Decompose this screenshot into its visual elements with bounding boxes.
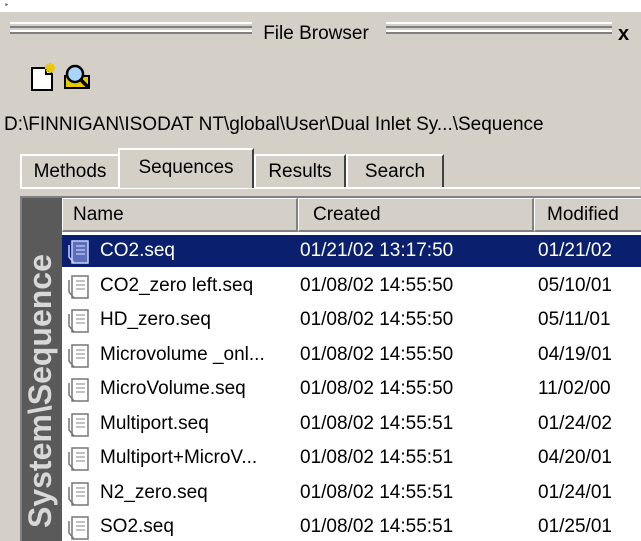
file-name[interactable]: HD_zero.seq [100, 303, 211, 337]
column-modified[interactable]: Modified [534, 198, 641, 232]
file-created: 01/08/02 14:55:50 [300, 378, 454, 399]
sequence-file-icon [66, 513, 94, 541]
file-name[interactable]: Microvolume _onl... [100, 338, 265, 372]
file-name[interactable]: CO2_zero left.seq [100, 269, 253, 303]
sequence-file-icon [66, 306, 94, 334]
find-icon [64, 64, 90, 89]
tab-results[interactable]: Results [254, 154, 346, 188]
file-modified: 01/24/02 [538, 412, 612, 434]
file-created: 01/21/02 13:17:50 [300, 240, 454, 261]
file-list: Name Created Modified CO2.seq 01/21/02 13… [62, 198, 641, 541]
close-button[interactable]: x [618, 22, 629, 46]
file-modified: 04/19/01 [538, 343, 612, 365]
window-title: File Browser [253, 22, 379, 46]
file-created: 01/08/02 14:55:50 [300, 343, 454, 365]
folder-sidebar: System\Sequence [22, 198, 62, 541]
title-grip-right[interactable] [386, 22, 612, 38]
sequence-file-icon [66, 272, 94, 300]
file-rows: CO2.seq 01/21/02 13:17:50 01/21/02 CO2_zero… [62, 234, 641, 541]
title-grip-left[interactable] [10, 22, 252, 38]
column-name[interactable]: Name [62, 198, 298, 232]
file-created: 01/08/02 14:55:51 [300, 447, 454, 468]
file-name[interactable]: Multiport+MicroV... [100, 441, 257, 475]
file-row[interactable]: N2_zero.seq 01/08/02 14:55:51 01/24/01 [62, 476, 641, 511]
tab-divider [20, 187, 640, 189]
sequence-file-icon [66, 444, 94, 472]
file-row[interactable]: MicroVolume.seq 01/08/02 14:55:50 11/02/00 [62, 372, 641, 407]
file-modified: 05/10/01 [538, 274, 612, 296]
file-modified: 01/21/02 [538, 240, 612, 261]
file-modified: 01/25/01 [538, 516, 612, 537]
file-list-panel: System\Sequence Name Created Modified CO… [20, 196, 641, 541]
sequence-file-icon [66, 341, 94, 369]
tab-sequences[interactable]: Sequences [118, 148, 254, 188]
file-row[interactable]: SO2.seq 01/08/02 14:55:51 01/25/01 [62, 510, 641, 541]
file-row[interactable]: CO2_zero left.seq 01/08/02 14:55:50 05/10/… [62, 269, 641, 304]
file-name[interactable]: SO2.seq [100, 510, 174, 541]
file-row[interactable]: Microvolume _onl... 01/08/02 14:55:50 04/1… [62, 338, 641, 373]
sequence-file-icon [66, 410, 94, 438]
find-button[interactable] [62, 62, 92, 92]
current-path: D:\FINNIGAN\ISODAT NT\global\User\Dual I… [4, 114, 544, 135]
tab-methods[interactable]: Methods [20, 154, 120, 188]
file-created: 01/08/02 14:55:51 [300, 412, 454, 434]
file-name[interactable]: CO2.seq [100, 234, 175, 268]
file-name[interactable]: MicroVolume.seq [100, 372, 246, 406]
file-name[interactable]: Multiport.seq [100, 407, 209, 441]
file-modified: 01/24/01 [538, 481, 612, 503]
file-row[interactable]: Multiport.seq 01/08/02 14:55:51 01/24/02 [62, 407, 641, 442]
new-file-button[interactable] [28, 62, 58, 92]
toolbar [0, 48, 641, 96]
sequence-file-icon [66, 479, 94, 507]
file-modified: 11/02/00 [538, 378, 611, 399]
file-row[interactable]: Multiport+MicroV... 01/08/02 14:55:51 04/2… [62, 441, 641, 476]
file-created: 01/08/02 14:55:50 [300, 309, 454, 330]
tab-search[interactable]: Search [346, 154, 444, 188]
file-modified: 04/20/01 [538, 447, 612, 468]
tab-strip: Methods Sequences Results Search [20, 146, 640, 188]
file-created: 01/08/02 14:55:51 [300, 516, 454, 537]
sequence-file-icon [66, 237, 94, 265]
title-bar[interactable]: File Browser x [0, 12, 641, 48]
column-header: Name Created Modified [62, 198, 641, 232]
file-row[interactable]: CO2.seq 01/21/02 13:17:50 01/21/02 [62, 234, 641, 269]
top-edge: ‣ [0, 0, 641, 12]
sidebar-label: System\Sequence [22, 254, 58, 528]
file-created: 01/08/02 14:55:50 [300, 274, 454, 296]
corner-mark: ‣ [4, 0, 10, 10]
sequence-file-icon [66, 375, 94, 403]
new-file-icon [31, 63, 55, 91]
column-created[interactable]: Created [298, 198, 534, 232]
file-created: 01/08/02 14:55:51 [300, 481, 454, 503]
file-modified: 05/11/01 [538, 309, 611, 330]
file-name[interactable]: N2_zero.seq [100, 476, 208, 510]
file-row[interactable]: HD_zero.seq 01/08/02 14:55:50 05/11/01 [62, 303, 641, 338]
